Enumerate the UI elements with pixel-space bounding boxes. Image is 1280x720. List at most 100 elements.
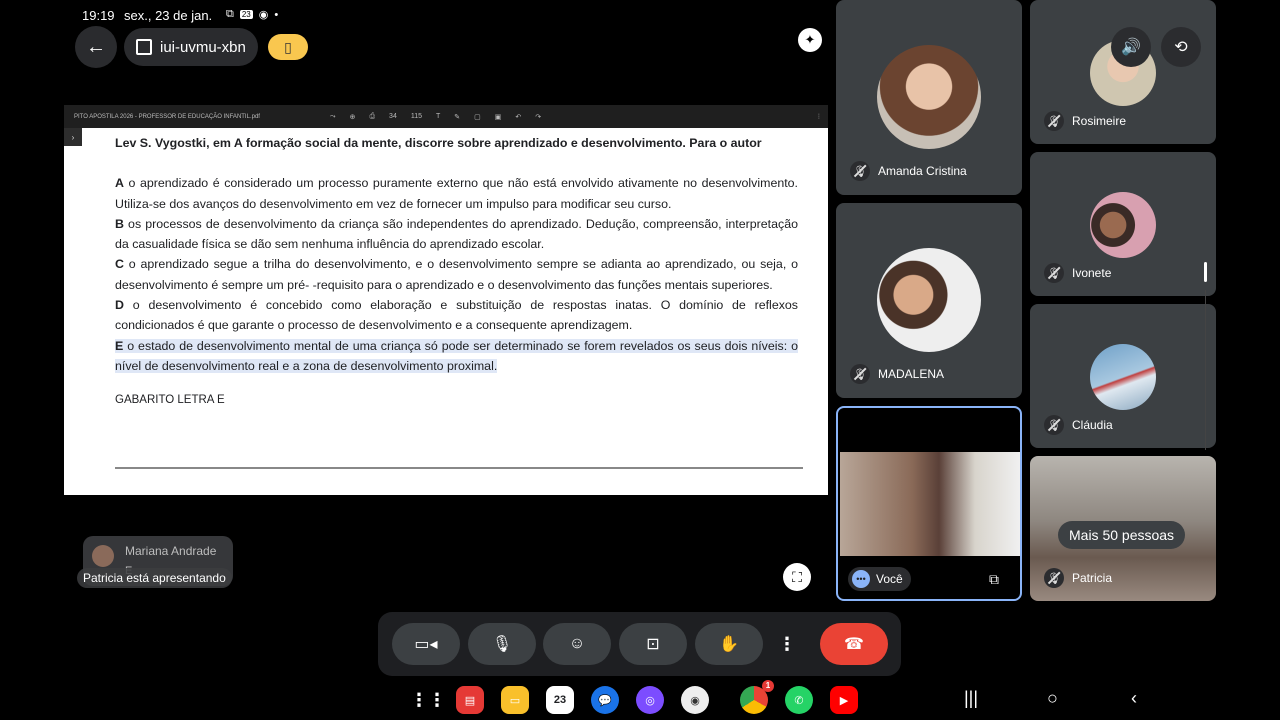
dot-icon: • xyxy=(274,8,279,21)
undo-icon: ↶ xyxy=(515,113,522,121)
participant-tile-madalena[interactable]: 🎙 MADALENA xyxy=(836,203,1022,398)
mic-off-icon: 🎙 xyxy=(1044,568,1064,588)
self-video xyxy=(840,452,1020,556)
sidebar-toggle-icon: › xyxy=(64,128,82,146)
more-people-button[interactable]: Mais 50 pessoas xyxy=(1058,521,1186,549)
avatar xyxy=(1090,344,1156,410)
messages-icon[interactable]: 💬 xyxy=(591,686,619,714)
camera-app-icon[interactable]: ◉ xyxy=(681,686,709,714)
participant-tile-ivonete[interactable]: 🎙 Ivonete xyxy=(1030,152,1216,296)
present-screen-button[interactable]: ⊡ xyxy=(619,623,687,665)
participant-label: 🎙 Patricia xyxy=(1044,568,1112,588)
status-time: 19:19 xyxy=(82,8,115,23)
option-e: E o estado de desenvolvimento mental de … xyxy=(115,338,798,373)
mic-off-icon: 🎙 xyxy=(1044,415,1064,435)
pin-icon: ✦ xyxy=(804,32,816,47)
comment-icon: ▢ xyxy=(474,113,481,121)
meeting-info-icon xyxy=(136,39,152,55)
page-total: 115 xyxy=(410,112,423,120)
flashcard-app-icon[interactable]: ▤ xyxy=(456,686,484,714)
mic-toggle-button[interactable]: 🎙 xyxy=(468,623,536,665)
participant-name: MADALENA xyxy=(878,367,945,381)
reactions-button[interactable]: ☺ xyxy=(543,623,611,665)
participant-tile-amanda[interactable]: 🎙 Amanda Cristina xyxy=(836,0,1022,195)
avatar xyxy=(1090,192,1156,258)
presenting-status: Patricia está apresentando xyxy=(77,568,232,588)
print-icon: ⎙ xyxy=(369,112,376,120)
image-icon: ▣ xyxy=(494,113,502,121)
meeting-code: iui-uvmu-xbn xyxy=(160,38,246,56)
camera-icon: ▭◂ xyxy=(414,636,438,653)
calendar-badge-icon: 23 xyxy=(239,10,253,19)
more-icon: ⋮ xyxy=(778,633,796,654)
text-icon: T xyxy=(436,112,441,120)
raise-hand-icon: ✋ xyxy=(719,636,739,653)
participant-label: 🎙 Amanda Cristina xyxy=(850,161,967,181)
end-call-button[interactable]: ☎ xyxy=(820,623,888,665)
question-text: Lev S. Vygostki, em A formação social da… xyxy=(115,136,762,150)
pdf-tools: ⤳ ⊕ ⎙ 34 115 T ✎ ▢ ▣ ↶ ↷ xyxy=(330,113,541,121)
screen-record-icon: ⧉ xyxy=(226,8,234,20)
divider xyxy=(115,467,803,469)
zoom-icon: ⊕ xyxy=(349,113,356,121)
participant-tile-claudia[interactable]: 🎙 Cláudia xyxy=(1030,304,1216,448)
more-options-button[interactable]: ⋮ xyxy=(776,623,798,665)
fullscreen-button[interactable]: ⛶ xyxy=(783,563,811,591)
calendar-day: 23 xyxy=(553,694,567,706)
back-button[interactable]: ← xyxy=(75,26,117,68)
mic-off-icon: 🎙 xyxy=(850,364,870,384)
participant-name: Cláudia xyxy=(1072,418,1113,432)
present-icon: ⊡ xyxy=(646,636,660,653)
redo-icon: ↷ xyxy=(535,113,542,121)
apps-grid-icon[interactable]: ⋮⋮ xyxy=(410,686,446,714)
back-nav-button[interactable]: ‹ xyxy=(1131,688,1137,709)
avatar xyxy=(92,545,114,567)
pdf-toolbar: PITO APOSTILA 2026 - PROFESSOR DE EDUCAÇ… xyxy=(64,105,828,128)
scrollbar-track[interactable] xyxy=(1205,290,1206,450)
speaker-button[interactable]: 🔊 xyxy=(1111,27,1151,67)
youtube-icon[interactable]: ▶ xyxy=(830,686,858,714)
mic-off-icon: 🎙 xyxy=(1044,263,1064,283)
chrome-icon[interactable]: 1 xyxy=(740,680,774,714)
option-d: D o desenvolvimento é concebido como ela… xyxy=(115,298,798,333)
participant-label: 🎙 Ivonete xyxy=(1044,263,1111,283)
pin-button[interactable]: ✦ xyxy=(798,28,822,52)
scrollbar-thumb[interactable] xyxy=(1204,262,1207,282)
pdf-title: PITO APOSTILA 2026 - PROFESSOR DE EDUCAÇ… xyxy=(74,113,260,120)
participant-tile-rosimeire[interactable]: 🎙 Rosimeire xyxy=(1030,0,1216,144)
participant-name: Rosimeire xyxy=(1072,114,1127,128)
status-notification-icons: ⧉ 23 ◉ • xyxy=(226,8,278,21)
more-vert-icon: ⋮ xyxy=(816,114,822,120)
browser-icon[interactable]: ◎ xyxy=(636,686,664,714)
option-a: A o aprendizado é considerado um process… xyxy=(115,176,798,211)
participant-name: Você xyxy=(876,572,903,586)
camera-toggle-button[interactable]: ▭◂ xyxy=(392,623,460,665)
door-icon: ▯ xyxy=(284,38,292,55)
option-c: C o aprendizado segue a trilha do desenv… xyxy=(115,257,798,292)
answer-key: GABARITO LETRA E xyxy=(115,394,225,407)
option-b: B os processos de desenvolvimento da cri… xyxy=(115,216,798,252)
meeting-code-chip[interactable]: iui-uvmu-xbn xyxy=(124,28,258,66)
self-label: ••• Você xyxy=(848,567,911,591)
notification-badge: 1 xyxy=(762,680,774,692)
emoji-icon: ☺ xyxy=(568,635,586,652)
calendar-icon[interactable]: 23 xyxy=(546,686,574,714)
participant-label: 🎙 Cláudia xyxy=(1044,415,1113,435)
avatar xyxy=(877,45,981,149)
switch-camera-button[interactable]: ⟲ xyxy=(1161,27,1201,67)
meeting-details-button[interactable]: ▯ xyxy=(268,34,308,60)
participant-tile-self[interactable]: ••• Você ⧉ xyxy=(836,406,1022,601)
participant-label: 🎙 Rosimeire xyxy=(1044,111,1126,131)
mic-off-icon: 🎙 xyxy=(1044,111,1064,131)
files-icon[interactable]: ▭ xyxy=(501,686,529,714)
picture-in-picture-icon[interactable]: ⧉ xyxy=(984,569,1004,589)
participant-name: Ivonete xyxy=(1072,266,1112,280)
presenter-name: Mariana Andrade xyxy=(125,544,217,558)
switch-camera-icon: ⟲ xyxy=(1174,39,1188,56)
raise-hand-button[interactable]: ✋ xyxy=(695,623,763,665)
home-button[interactable]: ○ xyxy=(1047,688,1058,709)
end-call-icon: ☎ xyxy=(844,636,864,653)
whatsapp-icon[interactable]: ✆ xyxy=(785,686,813,714)
recent-apps-button[interactable]: ||| xyxy=(964,688,978,709)
arrow-left-icon: ← xyxy=(86,35,106,58)
